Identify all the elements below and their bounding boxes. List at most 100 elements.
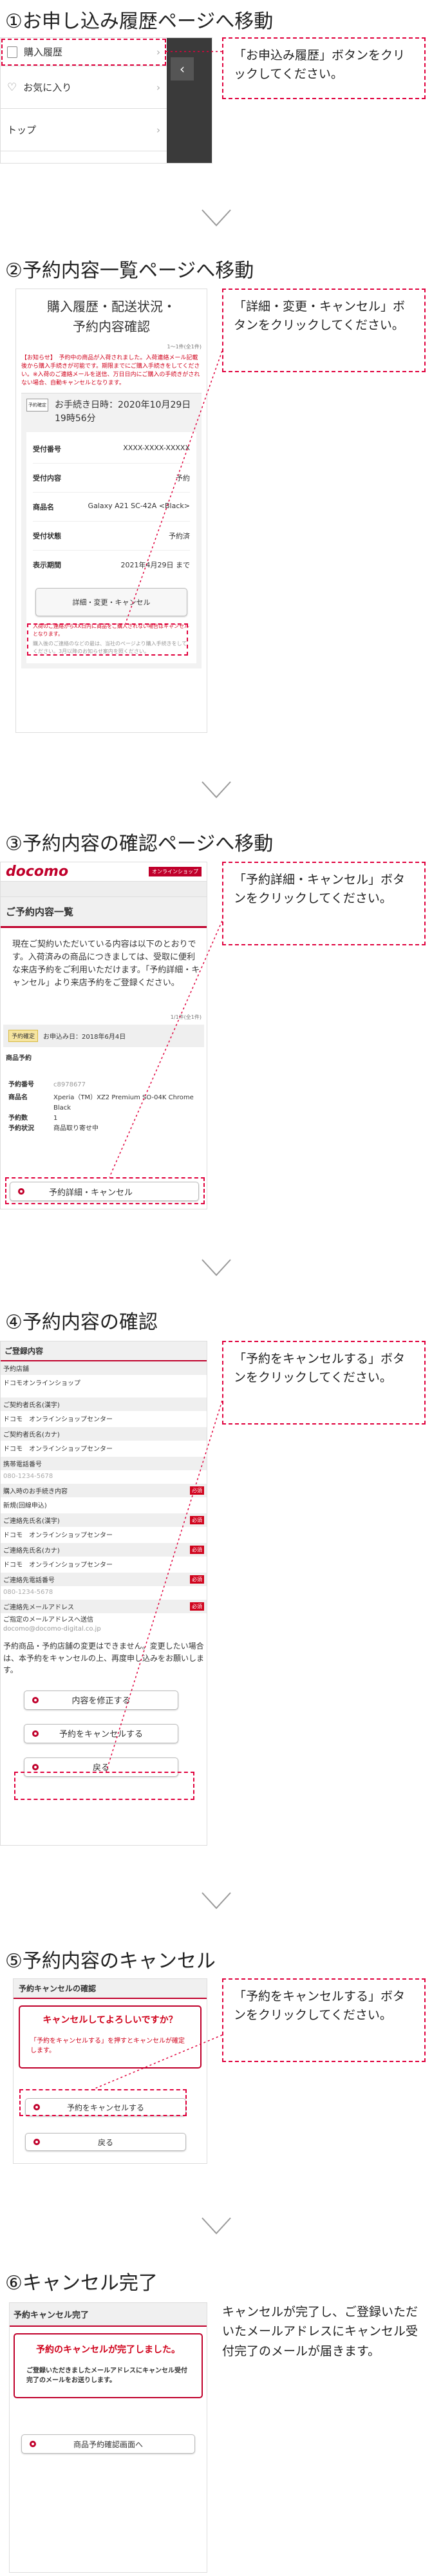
status-badge: 予約確定 xyxy=(26,399,48,412)
highlight-purchase-history xyxy=(1,39,166,66)
down-arrow-icon xyxy=(200,773,233,806)
mail-note: ご指定のメールアドレスへ送信 xyxy=(3,1616,93,1624)
step5-title: ⑤予約内容のキャンセル xyxy=(5,1950,216,1973)
product-header: 商品予約 xyxy=(6,1054,32,1062)
heart-icon: ♡ xyxy=(7,80,17,94)
step6-note: キャンセルが完了し、ご登録いただいたメールアドレスにキャンセル受付完了のメールが… xyxy=(222,2305,418,2358)
table-row: 商品名 Xperia（TM）XZ2 Premium SO-04K Chrome B… xyxy=(8,1094,194,1112)
field-label: ご契約者氏名(カナ) xyxy=(1,1427,207,1441)
intro-text: 現在ご契約いただいている内容は以下のとおりです。入荷済みの商品につきましては、受… xyxy=(12,940,200,989)
highlight-cancel-confirm xyxy=(19,2089,187,2116)
highlight-cancel-reservation xyxy=(14,1772,194,1800)
reservation-table: 予約番号 c8978677 商品名 Xperia（TM）XZ2 Premium SO… xyxy=(1,1067,207,1134)
reservation-confirm-page-button[interactable]: 商品予約確認画面へ xyxy=(21,2434,195,2454)
complete-text: ご登録いただきましたメールアドレスにキャンセル受付完了のメールをお送りします。 xyxy=(26,2367,187,2384)
notice-text: 【お知らせ】 予約中の商品が入荷されました。入荷連絡メール記載後から購入手続きが… xyxy=(21,355,200,387)
field-label: ご連絡先氏名(カナ) 必須 xyxy=(1,1543,207,1557)
result-count: 1/1件(全1件) xyxy=(170,1014,202,1020)
down-arrow-icon xyxy=(200,2209,233,2242)
step3-screenshot: docomo オンラインショップ ご予約内容一覧 現在ご契約いただいている内容は… xyxy=(0,862,207,1209)
step4-note: 「予約をキャンセルする」ボタンをクリックしてください。 xyxy=(222,1341,426,1425)
required-badge: 必須 xyxy=(190,1546,204,1554)
info-text: 予約商品・予約店舗の変更はできません。変更したい場合は、本予約をキャンセルの上、… xyxy=(3,1642,205,1675)
step1-title: ①お申し込み履歴ページへ移動 xyxy=(5,10,274,33)
confirm-title: キャンセルしてよろしいですか？ xyxy=(42,2015,178,2025)
field-label: 予約店舗 xyxy=(1,1361,207,1375)
field-value: 新規(回線申込) xyxy=(3,1502,47,1510)
confirm-text: 「予約をキャンセルする」を押すとキャンセルが確定します。 xyxy=(30,2038,185,2054)
overlay-panel: ‹ xyxy=(167,38,212,163)
cancel-reservation-button[interactable]: 予約をキャンセルする xyxy=(24,1723,178,1743)
step4-screenshot: ご登録内容 予約店舗 ドコモオンラインショップ ご契約者氏名(漢字) ドコモ オ… xyxy=(0,1341,207,1846)
order-time: 19時56分 xyxy=(55,413,96,424)
step2-screenshot: 購入履歴・配送状況・ 予約内容確認 1〜1件(全1件) 【お知らせ】 予約中の商… xyxy=(15,289,207,733)
highlight-detail-button xyxy=(27,623,188,656)
docomo-logo: docomo xyxy=(6,864,69,880)
menu-item-label: お気に入り xyxy=(23,82,72,93)
chevron-right-icon: › xyxy=(156,81,160,93)
table-row: 受付番号 XXXX-XXXX-XXXXX xyxy=(33,435,190,464)
result-count: 1〜1件(全1件) xyxy=(167,344,202,350)
order-date: 2020年10月29日 xyxy=(118,400,191,411)
field-value: 080-1234-5678 xyxy=(3,1473,53,1480)
field-label: ご連絡先電話番号 必須 xyxy=(1,1573,207,1586)
field-value: ドコモ オンラインショップセンター xyxy=(3,1446,113,1453)
section-heading: ご登録内容 xyxy=(1,1341,207,1361)
step3-note: 「予約詳細・キャンセル」ボタンをクリックしてください。 xyxy=(222,862,426,945)
field-label: ご連絡先氏名(漢字) 必須 xyxy=(1,1513,207,1527)
back-button[interactable]: 戻る xyxy=(25,2133,186,2151)
field-label: ご契約者氏名(漢字) xyxy=(1,1397,207,1411)
complete-box: 予約のキャンセルが完了しました。 ご登録いただきましたメールアドレスにキャンセル… xyxy=(14,2333,203,2398)
menu-item-top[interactable]: トップ › xyxy=(1,109,167,151)
step2-note: 「詳細・変更・キャンセル」ボタンをクリックしてください。 xyxy=(222,289,426,372)
status-badge: 予約確定 xyxy=(8,1029,39,1042)
step5-screenshot: 予約キャンセルの確認 キャンセルしてよろしいですか？ 「予約をキャンセルする」を… xyxy=(13,1978,207,2164)
table-row: 予約番号 c8978677 xyxy=(8,1081,86,1088)
step4-title: ④予約内容の確認 xyxy=(5,1311,158,1334)
modify-button[interactable]: 内容を修正する xyxy=(24,1690,178,1710)
menu-item-favorites[interactable]: ♡ お気に入り › xyxy=(1,66,167,109)
highlight-detail-cancel xyxy=(5,1177,205,1204)
field-value: 080-1234-5678 xyxy=(3,1589,53,1596)
page-heading-line1: 購入履歴・配送状況・ xyxy=(47,299,176,314)
confirm-box: キャンセルしてよろしいですか？ 「予約をキャンセルする」を押すとキャンセルが確定… xyxy=(19,2005,202,2069)
complete-title: 予約のキャンセルが完了しました。 xyxy=(36,2345,180,2355)
table-row: 商品名 Galaxy A21 SC-42A <Black> xyxy=(33,493,190,522)
section-heading: 予約キャンセルの確認 xyxy=(14,1979,207,1999)
field-label: 購入時のお手続き内容 必須 xyxy=(1,1484,207,1497)
shop-badge: オンラインショップ xyxy=(149,867,202,876)
field-label: 携帯電話番号 xyxy=(1,1457,207,1470)
step2-title: ②予約内容一覧ページへ移動 xyxy=(5,260,254,282)
required-badge: 必須 xyxy=(190,1516,204,1524)
order-date-label: お手続き日時： xyxy=(55,400,118,411)
step6-title: ⑥キャンセル完了 xyxy=(5,2272,158,2295)
step5-note: 「予約をキャンセルする」ボタンをクリックしてください。 xyxy=(222,1978,426,2062)
step3-title: ③予約内容の確認ページへ移動 xyxy=(5,833,274,855)
step1-note: 「お申込み履歴」ボタンをクリックしてください。 xyxy=(222,37,426,99)
table-row: 予約数 1 xyxy=(8,1114,58,1122)
step6-screenshot: 予約キャンセル完了 予約のキャンセルが完了しました。 ご登録いただきましたメール… xyxy=(9,2302,207,2573)
page-heading-line2: 予約内容確認 xyxy=(73,319,150,334)
table-row: 受付状態 予約済 xyxy=(33,522,190,551)
field-value: ドコモ オンラインショップセンター xyxy=(3,1416,113,1423)
table-row: 受付内容 予約 xyxy=(33,464,190,493)
required-badge: 必須 xyxy=(190,1486,204,1495)
nav-bar xyxy=(1,882,207,897)
registration-form: 予約店舗 ドコモオンラインショップ ご契約者氏名(漢字) ドコモ オンラインショ… xyxy=(1,1361,207,1638)
down-arrow-icon xyxy=(200,1251,233,1284)
required-badge: 必須 xyxy=(190,1602,204,1611)
section-heading: ご予約内容一覧 xyxy=(1,897,207,928)
required-badge: 必須 xyxy=(190,1575,204,1584)
guide-page: ①お申し込み履歴ページへ移動 購入履歴 › ♡ お気に入り › トップ › ‹ … xyxy=(0,0,432,2576)
back-arrow-icon[interactable]: ‹ xyxy=(171,57,194,80)
down-arrow-icon xyxy=(200,201,233,234)
table-row: 予約状況 商品取り寄せ中 xyxy=(8,1124,99,1132)
field-label: ご連絡先メールアドレス 必須 xyxy=(1,1600,207,1613)
order-date: お申込み日：2018年6月4日 xyxy=(43,1033,126,1041)
section-heading: 予約キャンセル完了 xyxy=(10,2303,207,2327)
field-value: ドコモ オンラインショップセンター xyxy=(3,1562,113,1569)
detail-change-cancel-button[interactable]: 詳細・変更・キャンセル xyxy=(35,588,187,617)
table-row: 表示期間 2021年4月29日 まで xyxy=(33,561,190,570)
menu-item-label: トップ xyxy=(7,124,37,136)
field-value: ドコモ オンラインショップセンター xyxy=(3,1532,113,1539)
